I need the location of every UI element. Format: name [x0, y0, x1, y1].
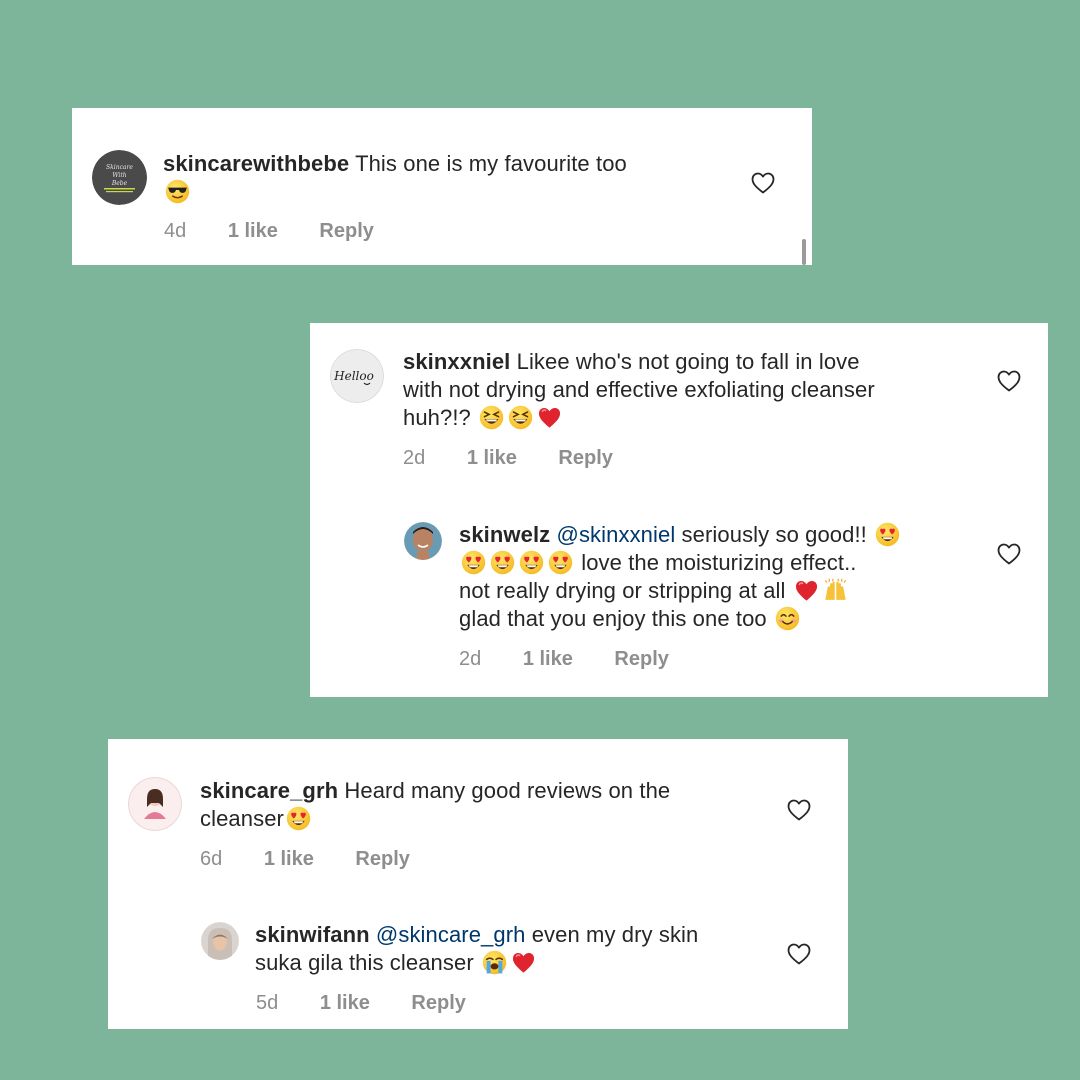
like-heart-icon[interactable] [997, 370, 1021, 392]
username[interactable]: skincarewithbebe [163, 151, 349, 176]
heart-eyes-icon [461, 550, 486, 575]
comment-meta: 6d 1 like Reply [200, 848, 446, 871]
like-heart-icon[interactable] [787, 943, 811, 965]
comment-body: cleanser [200, 806, 284, 831]
comment-time: 2d [403, 447, 426, 469]
scrollbar[interactable] [802, 239, 806, 265]
comment-body: Likee who's not going to fall in love [516, 349, 860, 374]
comment-body: with not drying and effective exfoliatin… [403, 377, 875, 402]
heart-eyes-icon [286, 806, 311, 831]
comment-text: skinxxniel Likee who's not going to fall… [403, 348, 973, 432]
smiling-face-with-sunglasses-icon [165, 179, 190, 204]
avatar[interactable]: Skincare With Bebe [92, 150, 147, 205]
comment-time: 6d [200, 848, 223, 870]
username[interactable]: skinwelz [459, 522, 550, 547]
comment-body: seriously so good!! [681, 522, 867, 547]
comment-meta: 4d 1 like Reply [164, 220, 410, 243]
reply-button[interactable]: Reply [319, 220, 373, 242]
comment-body: Heard many good reviews on the [344, 778, 671, 803]
red-heart-icon [511, 950, 536, 975]
comment-text: skincare_grh Heard many good reviews on … [200, 777, 760, 833]
reply-text: skinwifann @skincare_grh even my dry ski… [255, 921, 775, 977]
comment-body: suka gila this cleanser [255, 950, 474, 975]
mention-link[interactable]: @skincare_grh [376, 922, 526, 947]
heart-eyes-icon [548, 550, 573, 575]
like-heart-icon[interactable] [997, 543, 1021, 565]
comment-body: huh?!? [403, 405, 471, 430]
reply-button[interactable]: Reply [614, 648, 668, 670]
comment-text: skincarewithbebe This one is my favourit… [163, 150, 763, 206]
comment-meta: 5d 1 like Reply [256, 992, 502, 1015]
svg-text:Bebe: Bebe [111, 180, 128, 187]
like-count[interactable]: 1 like [228, 220, 278, 242]
heart-eyes-icon [875, 522, 900, 547]
grinning-squinting-face-icon [508, 405, 533, 430]
reply-button[interactable]: Reply [355, 848, 409, 870]
svg-text:With: With [112, 172, 126, 179]
heart-eyes-icon [490, 550, 515, 575]
comment-card-2: Helloo skinxxniel Likee who's not going … [310, 323, 1048, 697]
like-count[interactable]: 1 like [467, 447, 517, 469]
like-count[interactable]: 1 like [320, 992, 370, 1014]
comment-body: not really drying or stripping at all [459, 578, 786, 603]
comment-card-1: Skincare With Bebe skincarewithbebe This… [72, 108, 812, 265]
comment-time: 5d [256, 992, 279, 1014]
reply-text: skinwelz @skinxxniel seriously so good!!… [459, 521, 979, 633]
svg-text:Skincare: Skincare [106, 164, 133, 171]
comment-body: glad that you enjoy this one too [459, 606, 767, 631]
username[interactable]: skinwifann [255, 922, 370, 947]
mention-link[interactable]: @skinxxniel [557, 522, 676, 547]
avatar[interactable]: Helloo [330, 349, 384, 403]
comment-time: 2d [459, 648, 482, 670]
comment-card-3: skincare_grh Heard many good reviews on … [108, 739, 848, 1029]
avatar[interactable] [201, 922, 239, 960]
like-count[interactable]: 1 like [523, 648, 573, 670]
username[interactable]: skincare_grh [200, 778, 338, 803]
loudly-crying-face-icon [482, 950, 507, 975]
comment-time: 4d [164, 220, 187, 242]
like-count[interactable]: 1 like [264, 848, 314, 870]
comment-body: This one is my favourite too [355, 151, 627, 176]
red-heart-icon [794, 578, 819, 603]
like-heart-icon[interactable] [787, 799, 811, 821]
reply-button[interactable]: Reply [558, 447, 612, 469]
comment-body: love the moisturizing effect.. [581, 550, 857, 575]
smiling-face-icon [775, 606, 800, 631]
like-heart-icon[interactable] [751, 172, 775, 194]
comment-body: even my dry skin [531, 922, 699, 947]
svg-text:Helloo: Helloo [333, 369, 374, 383]
avatar[interactable] [404, 522, 442, 560]
comment-meta: 2d 1 like Reply [403, 447, 649, 470]
grinning-squinting-face-icon [479, 405, 504, 430]
username[interactable]: skinxxniel [403, 349, 510, 374]
red-heart-icon [537, 405, 562, 430]
raising-hands-icon [823, 578, 848, 603]
reply-button[interactable]: Reply [411, 992, 465, 1014]
heart-eyes-icon [519, 550, 544, 575]
comment-meta: 2d 1 like Reply [459, 648, 705, 671]
avatar[interactable] [128, 777, 182, 831]
